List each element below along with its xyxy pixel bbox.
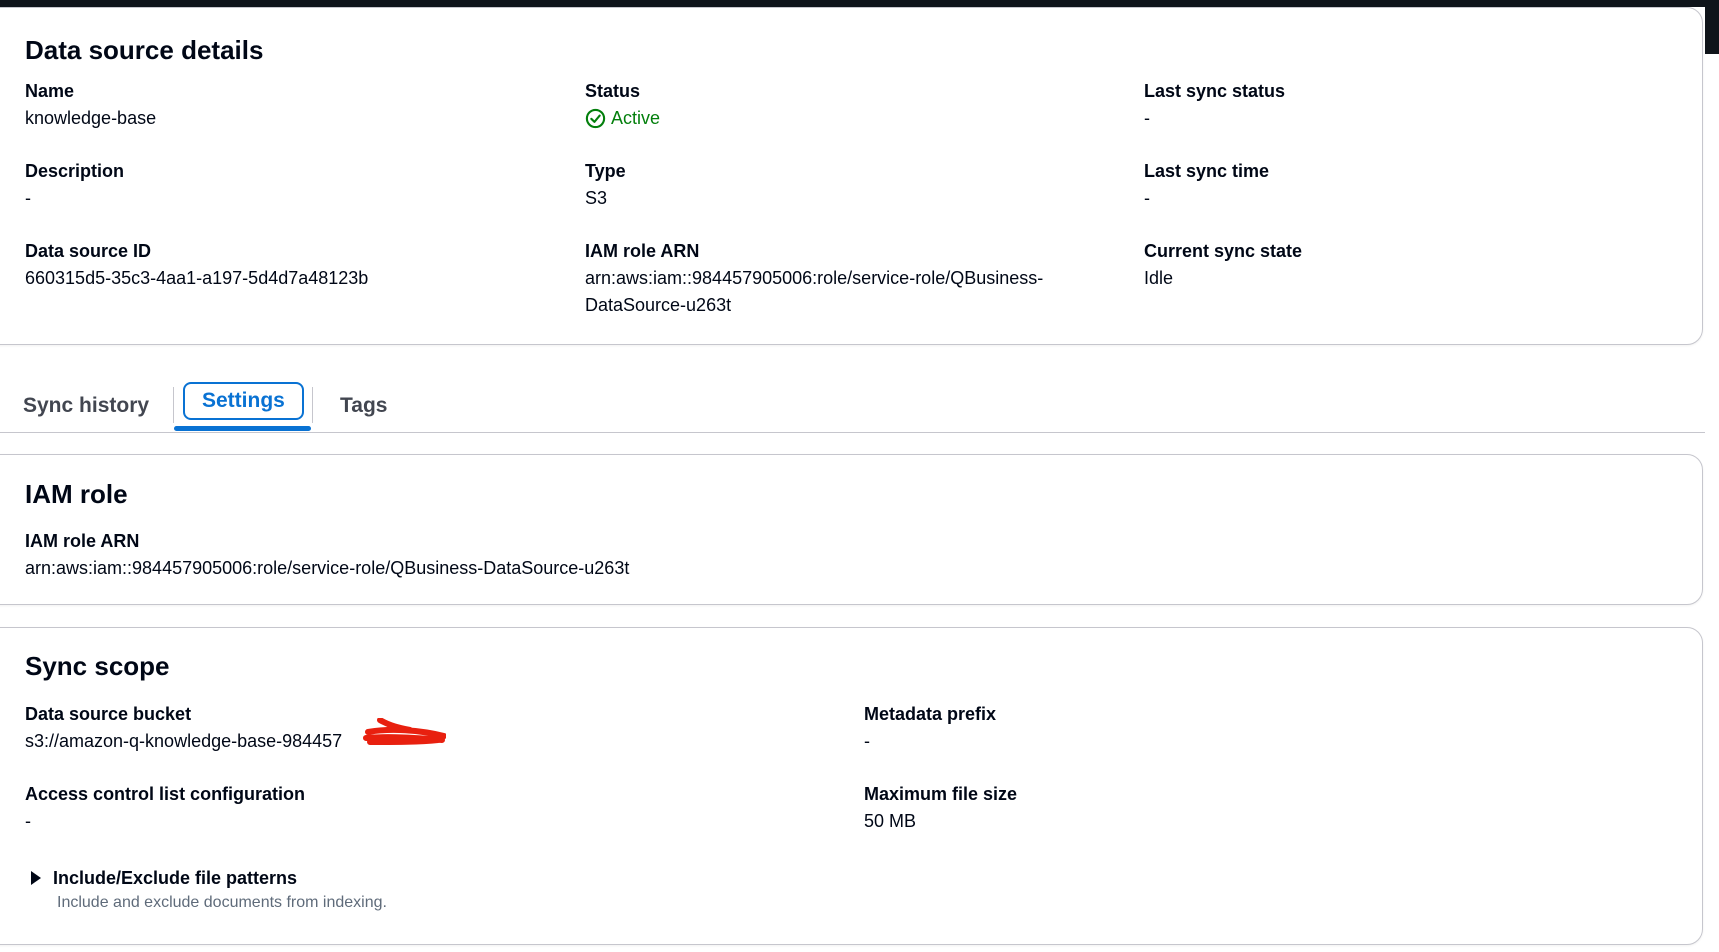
type-label: Type	[585, 161, 626, 181]
field-description: Description -	[25, 159, 124, 212]
field-current-sync-state: Current sync state Idle	[1144, 239, 1302, 292]
data-source-details-card: Data source details Name knowledge-base …	[0, 7, 1703, 345]
redaction-mark	[363, 718, 446, 745]
field-data-source-bucket: Data source bucket s3://amazon-q-knowled…	[25, 702, 342, 755]
description-label: Description	[25, 161, 125, 181]
iam-role-title: IAM role	[25, 479, 128, 509]
field-iam-role-arn: IAM role ARN arn:aws:iam::984457905006:r…	[585, 239, 1043, 319]
bucket-value: s3://amazon-q-knowledge-base-984457	[25, 731, 343, 751]
name-value: knowledge-base	[25, 108, 157, 128]
max-file-size-value: 50 MB	[864, 811, 917, 831]
top-navigation-bar	[0, 0, 1719, 7]
tab-separator	[173, 387, 174, 423]
max-file-size-label: Maximum file size	[864, 784, 1018, 804]
file-patterns-expandable[interactable]: Include/Exclude file patterns Include an…	[31, 866, 387, 914]
tab-separator	[312, 387, 313, 423]
last-sync-status-value: -	[1144, 108, 1150, 128]
tabs-divider	[0, 432, 1705, 433]
field-type: Type S3	[585, 159, 626, 212]
iam-role-arn-value-line1: arn:aws:iam::984457905006:role/service-r…	[585, 268, 1044, 288]
data-source-id-value: 660315d5-35c3-4aa1-a197-5d4d7a48123b	[25, 268, 369, 288]
iam-role-arn-value: arn:aws:iam::984457905006:role/service-r…	[25, 558, 630, 578]
field-status: Status Active	[585, 79, 660, 132]
status-value: Active	[611, 108, 661, 128]
field-metadata-prefix: Metadata prefix -	[864, 702, 996, 755]
last-sync-status-label: Last sync status	[1144, 81, 1286, 101]
status-indicator: Active	[585, 105, 660, 132]
tab-settings[interactable]: Settings	[183, 382, 304, 420]
sync-scope-title: Sync scope	[25, 651, 170, 681]
name-label: Name	[25, 81, 75, 101]
acl-label: Access control list configuration	[25, 784, 306, 804]
metadata-prefix-value: -	[864, 731, 870, 751]
data-source-id-label: Data source ID	[25, 241, 152, 261]
iam-role-card: IAM role IAM role ARN arn:aws:iam::98445…	[0, 454, 1703, 605]
metadata-prefix-label: Metadata prefix	[864, 704, 997, 724]
current-sync-state-label: Current sync state	[1144, 241, 1303, 261]
iam-role-arn-label: IAM role ARN	[25, 531, 140, 551]
iam-role-arn-value-line2: DataSource-u263t	[585, 295, 732, 315]
last-sync-time-label: Last sync time	[1144, 161, 1270, 181]
check-circle-icon	[585, 108, 606, 129]
acl-value: -	[25, 811, 31, 831]
field-last-sync-time: Last sync time -	[1144, 159, 1269, 212]
details-title: Data source details	[25, 35, 264, 65]
field-data-source-id: Data source ID 660315d5-35c3-4aa1-a197-5…	[25, 239, 368, 292]
current-sync-state-value: Idle	[1144, 268, 1174, 288]
tab-tags[interactable]: Tags	[340, 380, 387, 432]
tab-sync-history[interactable]: Sync history	[23, 380, 149, 432]
description-value: -	[25, 188, 31, 208]
file-patterns-label: Include/Exclude file patterns	[53, 868, 298, 888]
iam-role-arn-label: IAM role ARN	[585, 241, 700, 261]
active-tab-indicator	[174, 426, 311, 431]
field-acl-configuration: Access control list configuration -	[25, 782, 305, 835]
last-sync-time-value: -	[1144, 188, 1150, 208]
field-maximum-file-size: Maximum file size 50 MB	[864, 782, 1017, 835]
field-iam-role: IAM role ARN arn:aws:iam::984457905006:r…	[25, 529, 629, 582]
bucket-label: Data source bucket	[25, 704, 192, 724]
type-value: S3	[585, 188, 608, 208]
status-label: Status	[585, 81, 641, 101]
field-name: Name knowledge-base	[25, 79, 156, 132]
tab-bar: Sync history Settings Tags	[0, 380, 1719, 434]
file-patterns-description: Include and exclude documents from index…	[57, 894, 387, 911]
field-last-sync-status: Last sync status -	[1144, 79, 1285, 132]
file-patterns-toggle[interactable]: Include/Exclude file patterns	[31, 866, 387, 890]
caret-right-icon	[31, 871, 41, 885]
window-edge	[1705, 0, 1719, 54]
